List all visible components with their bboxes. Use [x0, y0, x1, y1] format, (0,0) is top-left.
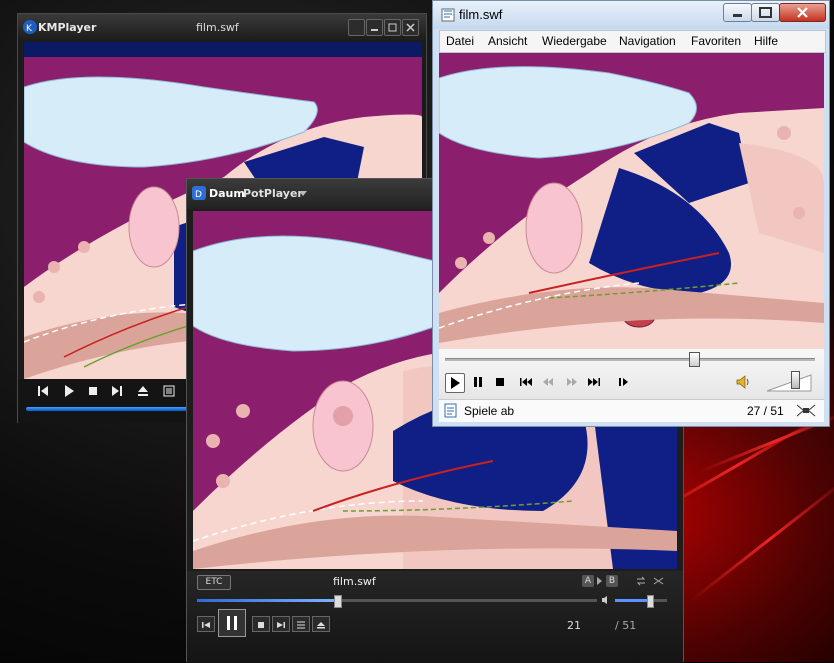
play-icon: [451, 377, 460, 389]
red-light-streak: [689, 477, 834, 603]
seek-fill: [197, 599, 337, 602]
window-title: film.swf: [459, 7, 503, 22]
stop-icon[interactable]: [491, 373, 509, 391]
media-file-icon: [441, 8, 455, 22]
title-bar[interactable]: K KMPlayer film.swf: [18, 14, 426, 42]
status-bar: Spiele ab 27 / 51: [439, 399, 824, 422]
stop-icon: [258, 622, 264, 628]
fast-forward-icon[interactable]: [563, 373, 581, 391]
stop-button[interactable]: [252, 616, 270, 632]
eject-icon[interactable]: [136, 384, 150, 398]
repeat-icon[interactable]: [635, 575, 647, 587]
playlist-icon: [297, 621, 305, 629]
app-name: KMPlayer: [38, 21, 97, 34]
minimize-button[interactable]: [723, 3, 752, 22]
menu-ansicht[interactable]: Ansicht: [488, 34, 527, 48]
eject-icon: [317, 622, 325, 629]
playlist-button[interactable]: [292, 616, 310, 632]
seek-track[interactable]: [445, 358, 815, 361]
document-icon: [444, 403, 457, 418]
skip-back-icon[interactable]: [517, 373, 535, 391]
wmp-window[interactable]: film.swf Datei Ansicht Wiedergabe Naviga…: [432, 0, 830, 427]
close-button[interactable]: [402, 19, 419, 36]
video-top-bar: [24, 42, 422, 57]
menu-navigation[interactable]: Navigation: [619, 34, 676, 48]
speaker-icon[interactable]: [601, 595, 611, 605]
kmplayer-logo-icon: K: [23, 20, 37, 34]
etc-button[interactable]: ETC: [197, 575, 231, 590]
next-icon[interactable]: [110, 384, 124, 398]
frame-counter: 27 / 51: [747, 404, 784, 418]
previous-icon: [202, 622, 210, 628]
close-icon: [406, 23, 415, 32]
total-frames: / 51: [615, 619, 637, 632]
minimize-icon: [371, 29, 378, 31]
chevron-right-icon: [597, 577, 602, 585]
close-button[interactable]: [779, 3, 826, 22]
frame-step-icon[interactable]: [615, 373, 633, 391]
menu-favoriten[interactable]: Favoriten: [691, 34, 741, 48]
skip-forward-icon[interactable]: [585, 373, 603, 391]
eject-button[interactable]: [312, 616, 330, 632]
menu-bar: Datei Ansicht Wiedergabe Navigation Favo…: [439, 30, 826, 53]
file-title: film.swf: [333, 575, 376, 588]
previous-icon[interactable]: [36, 384, 50, 398]
playlist-icon[interactable]: [162, 384, 176, 398]
maximize-icon: [388, 23, 397, 32]
seek-handle[interactable]: [688, 352, 700, 367]
volume-handle[interactable]: [646, 595, 654, 608]
file-title: film.swf: [196, 21, 239, 34]
seek-handle[interactable]: [334, 595, 342, 608]
close-icon: [797, 7, 808, 18]
volume-handle[interactable]: [791, 371, 801, 389]
fullscreen-icon[interactable]: [795, 403, 817, 418]
maximize-icon: [759, 7, 772, 18]
next-icon: [277, 622, 285, 628]
app-name-potplayer: PotPlayer: [243, 187, 303, 200]
status-text: Spiele ab: [464, 404, 515, 418]
minimize-icon: [733, 14, 742, 17]
pause-icon[interactable]: [469, 373, 487, 391]
ab-repeat-a-button[interactable]: A: [582, 575, 594, 587]
video-frame: [439, 53, 824, 349]
potplayer-logo-icon: D: [192, 186, 206, 200]
svg-text:D: D: [195, 190, 202, 200]
minimize-button[interactable]: [366, 19, 383, 36]
app-name-daum: Daum: [209, 187, 245, 200]
chevron-down-icon[interactable]: [299, 191, 307, 197]
play-button[interactable]: [445, 373, 465, 393]
volume-icon[interactable]: [735, 373, 753, 391]
stop-icon[interactable]: [86, 384, 100, 398]
ab-repeat-b-button[interactable]: B: [606, 575, 618, 587]
pause-button[interactable]: [218, 609, 246, 637]
play-icon[interactable]: [62, 384, 76, 398]
rewind-icon[interactable]: [539, 373, 557, 391]
menu-datei[interactable]: Datei: [446, 34, 474, 48]
volume-slider[interactable]: [765, 371, 813, 393]
menu-hilfe[interactable]: Hilfe: [754, 34, 778, 48]
seek-bar[interactable]: [26, 407, 196, 411]
maximize-button[interactable]: [384, 19, 401, 36]
menu-wiedergabe[interactable]: Wiedergabe: [542, 34, 607, 48]
pause-icon: [227, 616, 237, 630]
menu-button[interactable]: [348, 19, 365, 36]
shuffle-icon[interactable]: [653, 575, 665, 587]
previous-button[interactable]: [197, 616, 215, 632]
current-frame: 21: [567, 619, 581, 632]
control-panel: ETC film.swf A B 21 / 51: [187, 571, 683, 663]
volume-fill: [615, 599, 649, 602]
title-bar[interactable]: film.swf: [433, 1, 829, 29]
transport-controls: [439, 349, 824, 399]
next-button[interactable]: [272, 616, 290, 632]
maximize-button[interactable]: [751, 3, 780, 22]
